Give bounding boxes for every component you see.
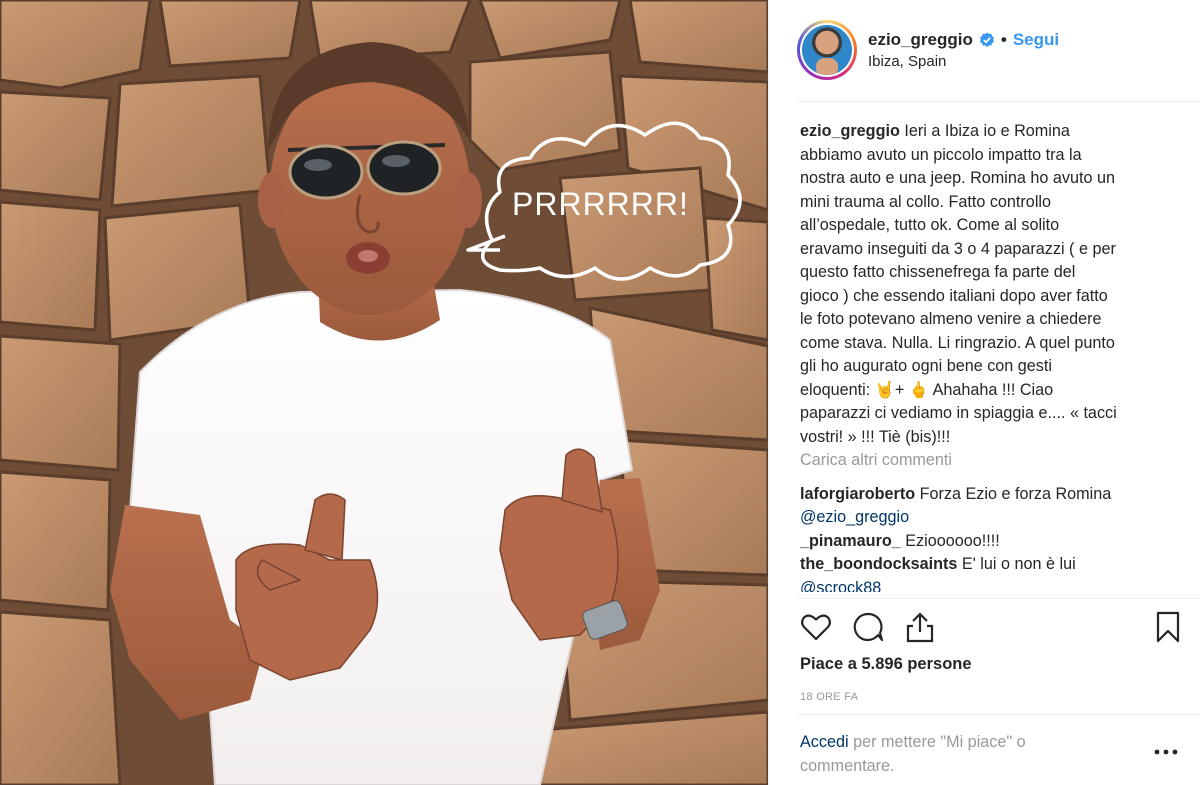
comment-mention[interactable]: @scrock88: [800, 577, 1190, 593]
post-header: ezio_greggio • Segui Ibiza, Spain: [769, 0, 1200, 100]
caption-line: gli ho augurato ogni bene con gesti: [800, 357, 1052, 375]
avatar-image: [802, 25, 852, 75]
username-link[interactable]: ezio_greggio: [868, 30, 973, 50]
separator-dot: •: [1000, 30, 1007, 49]
more-options-icon[interactable]: [1151, 742, 1181, 762]
caption-line: all’ospedale, tutto ok. Come al solito: [800, 216, 1060, 234]
bookmark-icon[interactable]: [1151, 610, 1185, 644]
load-more-comments-button[interactable]: Carica altri commenti: [800, 449, 1190, 473]
verified-badge-icon: [979, 32, 995, 48]
caption-line: le foto potevano almeno venire a chieder…: [800, 310, 1102, 328]
comment-username[interactable]: the_boondocksaints: [800, 555, 957, 573]
login-prompt: Accedi per mettere "Mi piace" o commenta…: [800, 730, 1120, 778]
photo-illustration: [0, 0, 768, 785]
share-icon[interactable]: [903, 610, 937, 644]
heart-icon[interactable]: [799, 610, 833, 644]
caption: ezio_greggio Ieri a Ibiza io e Romina ab…: [800, 120, 1190, 449]
comment-text: Ezioooooo!!!!: [905, 531, 1000, 550]
caption-line: paparazzi ci vediamo in spiaggia e.... «…: [800, 404, 1117, 422]
post-timestamp: 18 ORE FA: [800, 691, 859, 703]
caption-line: mini trauma al collo. Fatto controllo: [800, 192, 1052, 211]
sticker-text: PRRRRRR!: [512, 186, 689, 222]
caption-line: vostri! » !!! Tiè (bis)!!!: [800, 427, 951, 446]
caption-line: abbiamo avuto un piccolo impatto tra la: [800, 145, 1082, 164]
comment-text: Forza Ezio e forza Romina: [919, 484, 1112, 503]
follow-button[interactable]: Segui: [1013, 30, 1059, 50]
post-side-panel: ezio_greggio • Segui Ibiza, Spain ezio_g…: [768, 0, 1200, 785]
comment-username[interactable]: _pinamauro_: [800, 532, 901, 550]
caption-line: come stava. Nulla. Li ringrazio. A quel …: [800, 333, 1115, 352]
comment-bubble-icon[interactable]: [851, 610, 885, 644]
comment-item: the_boondocksaints E' lui o non è lui @s…: [800, 553, 1190, 592]
caption-line: gioco ) che essendo italiani dopo aver f…: [800, 286, 1108, 305]
caption-username[interactable]: ezio_greggio: [800, 122, 900, 140]
location-link[interactable]: Ibiza, Spain: [868, 53, 946, 70]
caption-line: eloquenti: 🤘+ 🖕 Ahahaha !!! Ciao: [800, 380, 1054, 399]
comment-item: laforgiaroberto Forza Ezio e forza Romin…: [800, 483, 1190, 530]
likes-count[interactable]: Piace a 5.896 persone: [800, 655, 972, 674]
comment-username[interactable]: laforgiaroberto: [800, 485, 915, 503]
caption-line: eravamo inseguiti da 3 o 4 paparazzi ( e…: [800, 239, 1116, 258]
caption-line: nostra auto e una jeep. Romina ho avuto …: [800, 169, 1115, 187]
caption-line: Ieri a Ibiza io e Romina: [904, 122, 1070, 140]
header-divider: [797, 101, 1200, 102]
username-row: ezio_greggio • Segui: [868, 30, 1059, 50]
post-photo: PRRRRRR!: [0, 0, 768, 785]
caption-line: questo fatto chissenefrega fa parte del: [800, 263, 1076, 281]
actions-divider: [797, 598, 1200, 599]
avatar[interactable]: [797, 20, 857, 80]
comment-mention[interactable]: @ezio_greggio: [800, 506, 1190, 530]
login-divider: [797, 714, 1200, 715]
comment-text: E' lui o non è lui: [961, 555, 1076, 573]
login-link[interactable]: Accedi: [800, 733, 849, 751]
comment-item: _pinamauro_ Ezioooooo!!!!: [800, 530, 1190, 554]
action-bar: [799, 608, 1191, 648]
comments-list[interactable]: ezio_greggio Ieri a Ibiza io e Romina ab…: [800, 120, 1190, 592]
